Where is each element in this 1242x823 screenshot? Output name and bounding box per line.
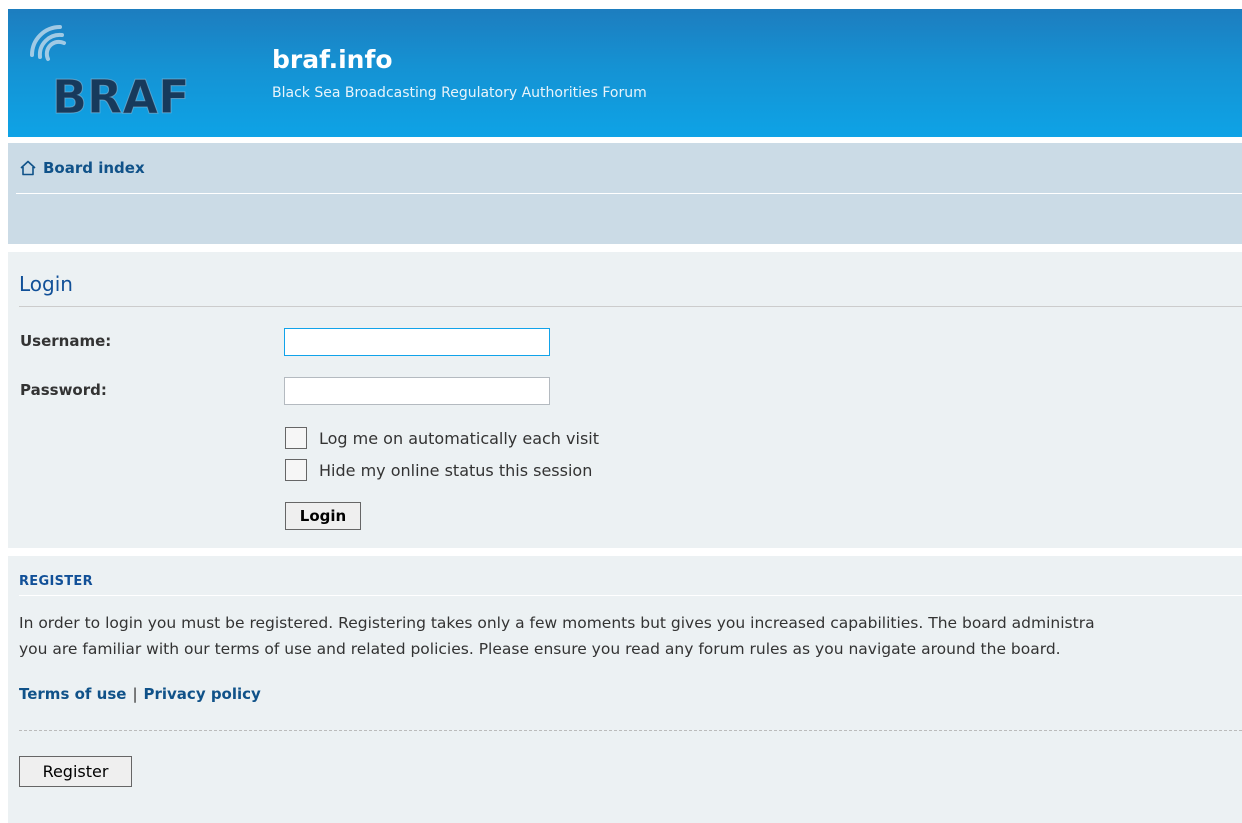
password-input[interactable] (284, 377, 550, 405)
heading-divider (19, 306, 1242, 307)
login-heading: Login (19, 272, 73, 296)
register-divider (19, 595, 1242, 596)
braf-logo[interactable]: BRAF BRAF (22, 21, 212, 121)
register-heading: REGISTER (19, 574, 93, 589)
hide-status-row[interactable]: Hide my online status this session (285, 459, 592, 481)
nav-divider (16, 193, 1242, 194)
autologin-checkbox[interactable] (285, 427, 307, 449)
register-description: In order to login you must be registered… (19, 610, 1242, 662)
autologin-label[interactable]: Log me on automatically each visit (319, 429, 599, 448)
register-panel: REGISTER In order to login you must be r… (8, 556, 1242, 823)
hide-status-checkbox[interactable] (285, 459, 307, 481)
terms-of-use-link[interactable]: Terms of use (19, 685, 126, 703)
policy-links: Terms of use | Privacy policy (19, 685, 261, 703)
register-text-line: In order to login you must be registered… (19, 614, 1095, 632)
hide-status-label[interactable]: Hide my online status this session (319, 461, 592, 480)
navbar: Board index (8, 143, 1242, 244)
register-button[interactable]: Register (19, 756, 132, 787)
home-icon[interactable] (19, 160, 37, 176)
svg-text:BRAF: BRAF (52, 70, 190, 121)
login-button[interactable]: Login (285, 502, 361, 530)
register-text-line: you are familiar with our terms of use a… (19, 640, 1061, 658)
site-title[interactable]: braf.info (272, 45, 393, 74)
login-panel: Login Username: Password: Log me on auto… (8, 252, 1242, 548)
site-header: BRAF BRAF braf.info Black Sea Broadcasti… (8, 9, 1242, 137)
username-input[interactable] (284, 328, 550, 356)
link-separator: | (132, 685, 138, 703)
privacy-policy-link[interactable]: Privacy policy (144, 685, 261, 703)
password-label: Password: (20, 381, 107, 399)
dashed-divider (19, 730, 1242, 731)
site-description: Black Sea Broadcasting Regulatory Author… (272, 85, 647, 101)
username-label: Username: (20, 332, 112, 350)
board-index-link[interactable]: Board index (43, 159, 145, 177)
autologin-row[interactable]: Log me on automatically each visit (285, 427, 599, 449)
breadcrumb: Board index (19, 159, 145, 177)
